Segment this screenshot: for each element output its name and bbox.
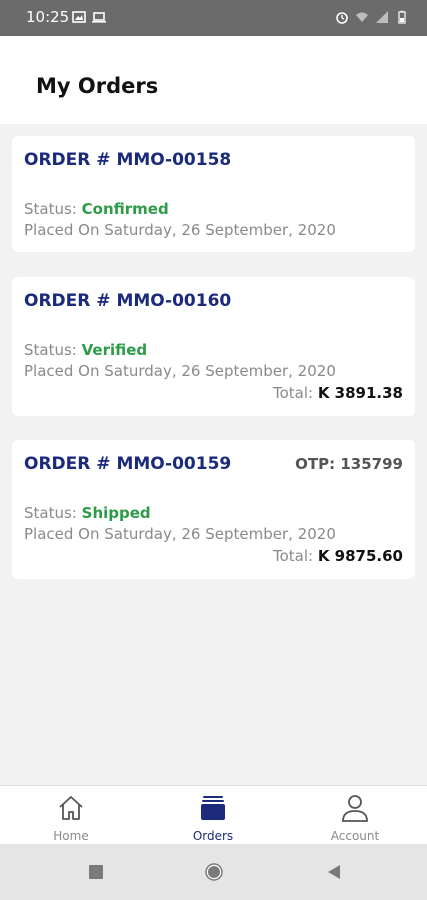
- order-card[interactable]: ORDER # MMO-00159 OTP: 135799 Status: Sh…: [12, 440, 415, 579]
- bottom-nav: Home Orders Account: [0, 785, 427, 844]
- status-right-icons: [335, 10, 409, 24]
- total-label: Total:: [272, 547, 314, 565]
- order-card[interactable]: ORDER # MMO-00158 Status: Confirmed Plac…: [12, 136, 415, 252]
- order-placed-date: Placed On Saturday, 26 September, 2020: [24, 221, 336, 239]
- nav-item-home[interactable]: Home: [0, 786, 142, 845]
- status-left-icons: [72, 10, 106, 24]
- alarm-icon: [336, 12, 348, 24]
- account-icon: [342, 795, 368, 822]
- order-placed-date: Placed On Saturday, 26 September, 2020: [24, 362, 336, 380]
- total-value: K 3891.38: [317, 384, 403, 402]
- home-circle-icon[interactable]: [204, 862, 224, 882]
- status-value: Confirmed: [81, 200, 169, 218]
- home-icon: [59, 796, 83, 820]
- image-icon: [72, 11, 86, 23]
- status-time: 10:25: [26, 8, 70, 26]
- order-number: ORDER # MMO-00160: [24, 291, 232, 311]
- nav-item-orders[interactable]: Orders: [142, 786, 284, 845]
- orders-icon: [201, 796, 225, 820]
- order-status: Status: Shipped: [24, 504, 151, 522]
- total-value: K 9875.60: [317, 547, 403, 565]
- order-total: Total: K 9875.60: [273, 547, 403, 565]
- monitor-icon: [92, 12, 106, 23]
- status-value: Shipped: [81, 504, 151, 522]
- battery-icon: [398, 10, 406, 24]
- order-otp: OTP: 135799: [295, 455, 403, 473]
- page-title: My Orders: [36, 74, 159, 98]
- status-label: Status:: [24, 341, 77, 359]
- order-placed-date: Placed On Saturday, 26 September, 2020: [24, 525, 336, 543]
- back-icon[interactable]: [324, 862, 344, 882]
- nav-label-account: Account: [330, 829, 380, 843]
- order-card[interactable]: ORDER # MMO-00160 Status: Verified Place…: [12, 277, 415, 416]
- status-value: Verified: [81, 341, 148, 359]
- system-nav-bar: [0, 844, 427, 900]
- nav-label-home: Home: [53, 829, 89, 843]
- recents-icon[interactable]: [86, 862, 106, 882]
- order-status: Status: Verified: [24, 341, 147, 359]
- order-number: ORDER # MMO-00159: [24, 454, 232, 474]
- order-total: Total: K 3891.38: [273, 384, 403, 402]
- status-label: Status:: [24, 504, 77, 522]
- nav-item-account[interactable]: Account: [284, 786, 426, 845]
- order-status: Status: Confirmed: [24, 200, 169, 218]
- app-header: My Orders: [0, 36, 427, 124]
- nav-label-orders: Orders: [192, 829, 234, 843]
- signal-icon: [376, 11, 388, 23]
- order-number: ORDER # MMO-00158: [24, 150, 232, 170]
- wifi-icon: [356, 12, 368, 22]
- status-bar: 10:25: [0, 0, 427, 36]
- status-label: Status:: [24, 200, 77, 218]
- total-label: Total:: [272, 384, 314, 402]
